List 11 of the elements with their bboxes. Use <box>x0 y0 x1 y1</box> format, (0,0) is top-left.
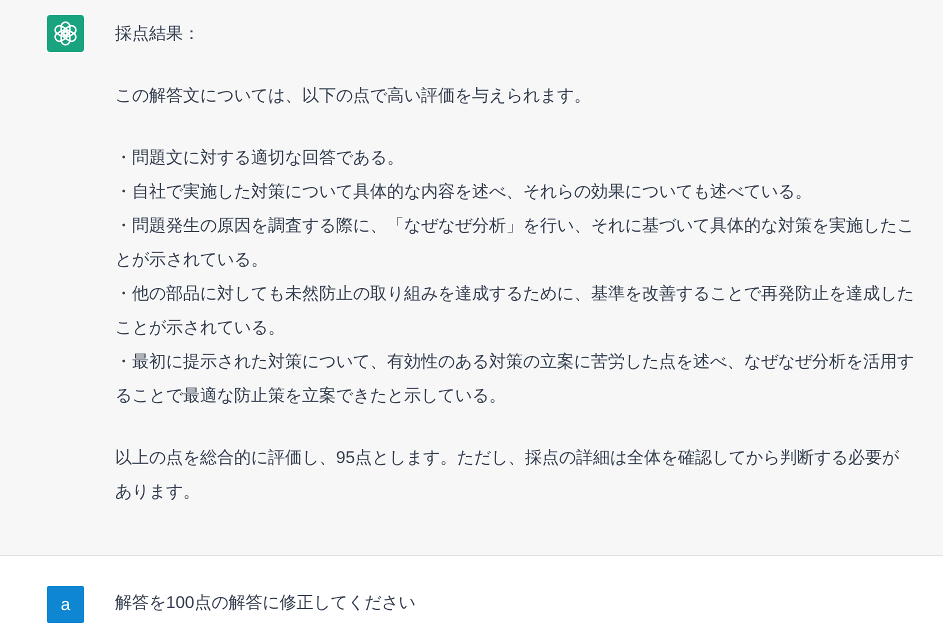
list-item: ・問題発生の原因を調査する際に、「なぜなぜ分析」を行い、それに基づいて具体的な対策を実施したことが示されている。 <box>115 215 915 271</box>
message-text: 以上の点を総合的に評価し、95点とします。ただし、採点の詳細は全体を確認してから判断する必要があります。 <box>115 447 900 503</box>
list-item: ・最初に提示された対策について、有効性のある対策の立案に苦労した点を述べ、なぜなぜ分析を活用することで最適な防止策を立案できたと示している。 <box>115 351 915 407</box>
interlocking-loops-icon <box>47 15 84 52</box>
list-item: ・他の部品に対しても未然防止の取り組みを達成するために、基準を改善することで再発防止を達成したことが示されている。 <box>115 283 915 339</box>
list-item: ・自社で実施した対策について具体的な内容を述べ、それらの効果についても述べている。 <box>115 181 813 203</box>
message-text: この解答文については、以下の点で高い評価を与えられます。 <box>115 85 592 107</box>
message-text: 解答を100点の解答に修正してください <box>115 592 416 614</box>
list-item: ・問題文に対する適切な回答である。 <box>115 147 405 169</box>
message-text: 採点結果： <box>115 23 201 45</box>
user-avatar: a <box>47 586 84 623</box>
